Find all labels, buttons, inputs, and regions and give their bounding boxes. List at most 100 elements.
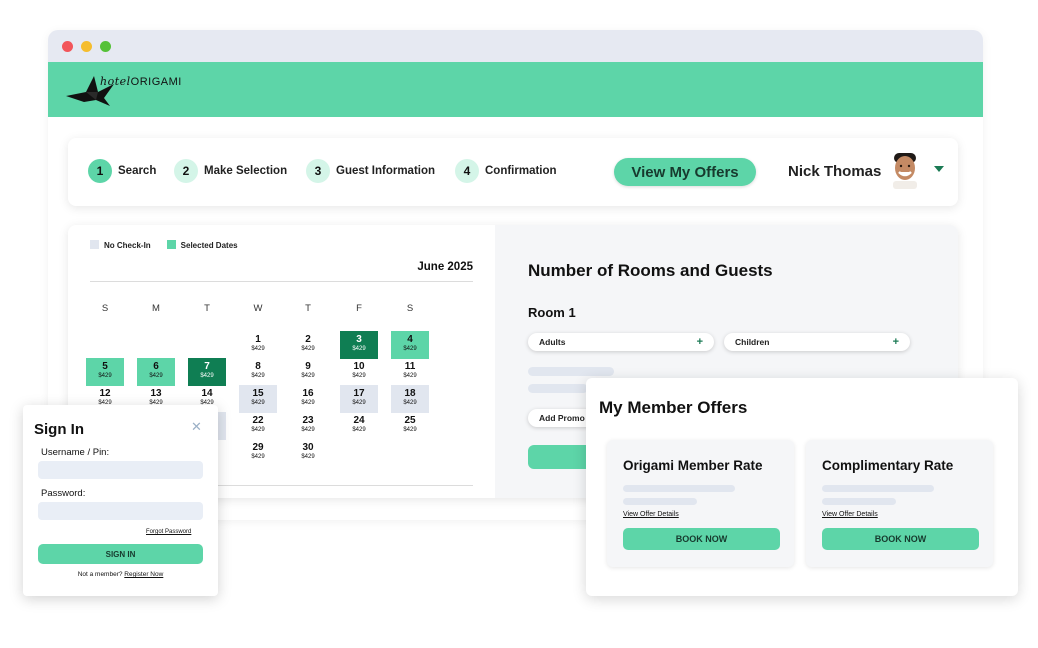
day-number: 11 [404,361,416,372]
day-number: 8 [255,361,261,372]
calendar-day[interactable]: 1 $429 [239,331,277,359]
day-number: 4 [407,334,413,345]
username-input[interactable] [38,461,203,479]
calendar-day[interactable]: 17 $429 [340,385,378,413]
day-price: $429 [251,427,265,433]
chevron-down-icon[interactable] [934,166,944,172]
username-label: Username / Pin: [41,447,110,458]
placeholder-bar [528,384,588,393]
day-price: $429 [251,346,265,352]
calendar-day[interactable]: 11 $429 [391,358,429,386]
calendar-day[interactable]: 23 $429 [289,412,327,440]
forgot-password-link[interactable]: Forgot Password [146,529,191,535]
minimize-window-icon[interactable] [81,40,92,52]
day-price: $429 [251,400,265,406]
day-number: 10 [353,361,365,372]
sign-in-title: Sign In [34,421,84,438]
step-label: Confirmation [485,165,557,177]
weekday-label: W [253,303,263,314]
calendar-day[interactable]: 16 $429 [289,385,327,413]
user-name[interactable]: Nick Thomas [788,163,881,180]
book-now-button[interactable]: BOOK NOW [822,528,979,550]
day-price: $429 [301,346,315,352]
register-prompt: Not a member? Register Now [23,571,218,578]
step-number: 3 [306,159,330,183]
day-price: $429 [251,454,265,460]
avatar[interactable] [890,153,920,189]
calendar-month[interactable]: June 2025 [417,261,473,273]
plus-icon[interactable]: + [697,336,703,348]
day-number: 5 [102,361,108,372]
calendar-day[interactable]: 22 $429 [239,412,277,440]
close-icon[interactable]: ✕ [191,419,202,435]
calendar-day[interactable]: 2 $429 [289,331,327,359]
day-price: $429 [98,373,112,379]
step-make-selection[interactable]: 2 Make Selection [174,159,287,183]
step-label: Search [118,165,157,177]
rooms-guests-title: Number of Rooms and Guests [528,261,773,280]
placeholder-bar [623,485,735,492]
day-number: 6 [153,361,159,372]
calendar-day[interactable]: 3 $429 [340,331,378,359]
calendar-day[interactable]: 29 $429 [239,439,277,467]
sign-in-button[interactable]: SIGN IN [38,544,203,564]
view-offer-details-link[interactable]: View Offer Details [623,511,679,518]
swatch-icon [90,240,99,249]
placeholder-bar [528,367,614,376]
day-number: 15 [252,388,264,399]
sign-in-panel: Sign In ✕ Username / Pin: Password: Forg… [23,405,218,596]
not-member-text: Not a member? [77,571,123,578]
book-now-button[interactable]: BOOK NOW [623,528,780,550]
day-number: 23 [302,415,314,426]
member-offers-title: My Member Offers [599,398,748,417]
calendar-day[interactable]: 24 $429 [340,412,378,440]
step-search[interactable]: 1 Search [88,159,156,183]
password-input[interactable] [38,502,203,520]
weekday-label: F [356,303,362,314]
calendar-day[interactable]: 6 $429 [137,358,175,386]
offer-card: Origami Member Rate View Offer Details B… [607,440,794,567]
day-price: $429 [352,346,366,352]
weekday-label: M [152,303,160,314]
calendar-day[interactable]: 10 $429 [340,358,378,386]
day-price: $429 [352,400,366,406]
close-window-icon[interactable] [62,40,73,52]
view-my-offers-button[interactable]: View My Offers [614,158,756,186]
maximize-window-icon[interactable] [100,40,111,52]
children-selector[interactable]: Children + [724,333,910,351]
calendar-day[interactable]: 8 $429 [239,358,277,386]
calendar-day[interactable]: 5 $429 [86,358,124,386]
calendar-day[interactable]: 15 $429 [239,385,277,413]
calendar-day[interactable]: 4 $429 [391,331,429,359]
legend-no-checkin: No Check-In [90,240,151,250]
day-price: $429 [403,373,417,379]
day-price: $429 [301,454,315,460]
booking-steps-bar: 1 Search 2 Make Selection 3 Guest Inform… [68,138,958,206]
step-number: 4 [455,159,479,183]
day-number: 17 [353,388,365,399]
children-label: Children [735,337,770,347]
calendar-day[interactable]: 30 $429 [289,439,327,467]
calendar-day[interactable]: 18 $429 [391,385,429,413]
step-confirmation[interactable]: 4 Confirmation [455,159,557,183]
calendar-day[interactable]: 25 $429 [391,412,429,440]
day-price: $429 [301,400,315,406]
view-offer-details-link[interactable]: View Offer Details [822,511,878,518]
step-number: 1 [88,159,112,183]
weekday-label: S [101,303,109,314]
day-price: $429 [352,427,366,433]
day-number: 3 [356,334,362,345]
day-number: 22 [252,415,264,426]
day-number: 1 [255,334,261,345]
plus-icon[interactable]: + [893,336,899,348]
adults-label: Adults [539,337,566,347]
placeholder-bar [822,485,934,492]
calendar-day[interactable]: 9 $429 [289,358,327,386]
day-price: $429 [200,373,214,379]
calendar-day[interactable]: 7 $429 [188,358,226,386]
step-guest-information[interactable]: 3 Guest Information [306,159,435,183]
register-now-link[interactable]: Register Now [124,571,163,578]
day-number: 16 [302,388,314,399]
adults-selector[interactable]: Adults + [528,333,714,351]
day-price: $429 [403,400,417,406]
